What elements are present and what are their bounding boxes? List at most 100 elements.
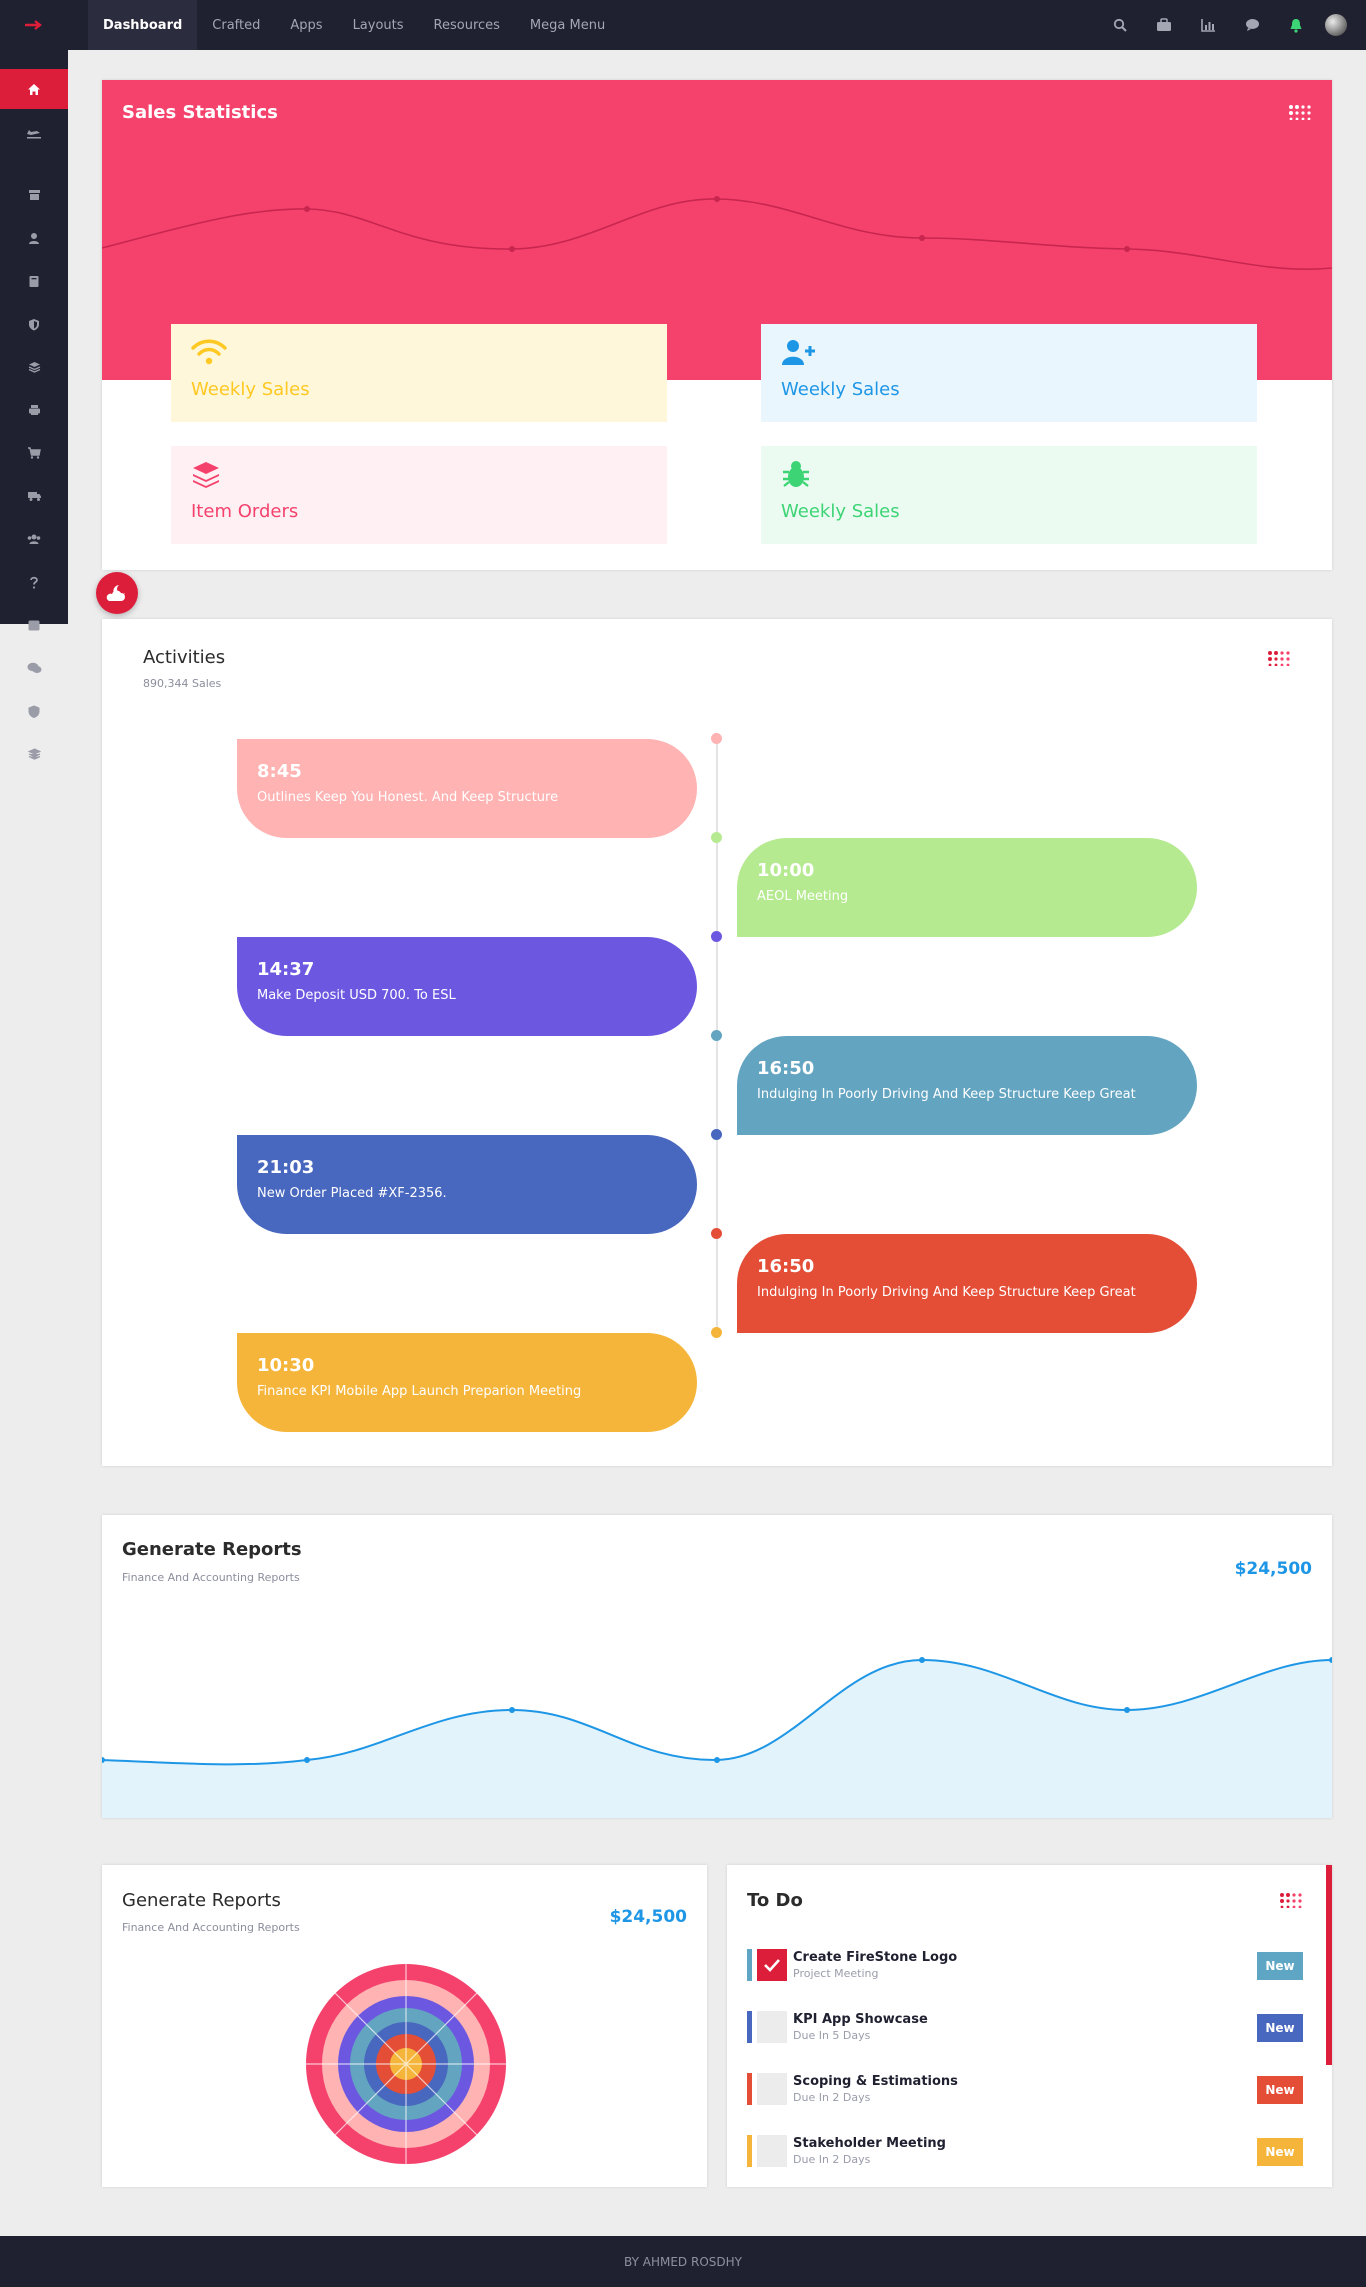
chart-icon[interactable]	[1186, 0, 1230, 50]
sidebar-item-help[interactable]	[0, 562, 68, 602]
nav-icons	[1098, 0, 1354, 50]
sidebar-item-team[interactable]	[0, 519, 68, 559]
user-icon	[29, 232, 39, 244]
todo-checkbox[interactable]	[757, 2135, 787, 2167]
timeline-item[interactable]: 10:30 Finance KPI Mobile App Launch Prep…	[237, 1333, 697, 1432]
stat-label: Weekly Sales	[191, 379, 310, 400]
nav-apps[interactable]: Apps	[275, 0, 337, 50]
timeline-item[interactable]: 10:00 AEOL Meeting	[737, 838, 1197, 937]
sidebar-item-book[interactable]	[0, 261, 68, 301]
arrow-right-icon	[25, 20, 42, 30]
todo-checkbox[interactable]	[757, 1949, 787, 1981]
generate-reports-radial-card: Generate Reports Finance And Accounting …	[102, 1865, 707, 2187]
timeline-dot	[711, 832, 722, 843]
todo-item-title: Scoping & Estimations	[793, 2074, 958, 2089]
timeline-dot	[711, 1327, 722, 1338]
timeline-text: Make Deposit USD 700. To ESL	[257, 988, 456, 1003]
plane-icon	[27, 129, 41, 138]
shield-icon	[28, 704, 40, 718]
todo-color-bar	[747, 2011, 752, 2043]
help-icon	[30, 576, 38, 589]
sales-statistics-card: Sales Statistics Weekly Sales Weekly Sal…	[102, 80, 1332, 570]
user-avatar[interactable]	[1318, 0, 1354, 50]
more-options-icon[interactable]	[1288, 104, 1312, 120]
reports-small-subtitle: Finance And Accounting Reports	[122, 1921, 300, 1934]
nav-mega-menu[interactable]: Mega Menu	[515, 0, 620, 50]
check-icon	[764, 1959, 780, 1972]
sidebar-item-print[interactable]	[0, 390, 68, 430]
timeline-item[interactable]: 21:03 New Order Placed #XF-2356.	[237, 1135, 697, 1234]
status-badge[interactable]: New	[1257, 2138, 1303, 2166]
print-icon	[28, 405, 40, 415]
reports-area-chart	[102, 1657, 1332, 1818]
cloud-moon-icon	[106, 585, 125, 601]
stat-label: Item Orders	[191, 501, 299, 522]
reports-small-amount: $24,500	[609, 1907, 687, 1927]
search-icon[interactable]	[1098, 0, 1142, 50]
todo-title: To Do	[747, 1890, 803, 1911]
stat-box-item-orders[interactable]: Item Orders	[171, 446, 667, 544]
sidebar-item-calendar[interactable]	[0, 605, 68, 645]
todo-item-sub: Project Meeting	[793, 1967, 879, 1980]
sidebar-item-cart[interactable]	[0, 433, 68, 473]
timeline-time: 8:45	[257, 761, 302, 782]
sidebar-item-layers[interactable]	[0, 347, 68, 387]
stat-box-weekly-sales-1[interactable]: Weekly Sales	[171, 324, 667, 422]
status-badge[interactable]: New	[1257, 1952, 1303, 1980]
layers-icon	[193, 462, 219, 488]
sidebar-item-security[interactable]	[0, 304, 68, 344]
stat-box-weekly-sales-2[interactable]: Weekly Sales	[761, 324, 1257, 422]
footer-text: BY AHMED ROSDHY	[624, 2254, 742, 2269]
user-plus-icon	[782, 340, 815, 365]
todo-item: Scoping & Estimations Due In 2 Days New	[747, 2073, 1303, 2123]
nav-dashboard[interactable]: Dashboard	[88, 0, 198, 50]
floating-weather-button[interactable]	[96, 572, 138, 614]
timeline-item[interactable]: 8:45 Outlines Keep You Honest. And Keep …	[237, 739, 697, 838]
timeline-dot	[711, 931, 722, 942]
todo-scroll-indicator[interactable]	[1326, 1865, 1332, 2065]
todo-checkbox[interactable]	[757, 2073, 787, 2105]
calendar-icon	[28, 620, 40, 631]
layers-icon	[27, 748, 41, 760]
sidebar-item-layers-2[interactable]	[0, 734, 68, 774]
stat-box-weekly-sales-3[interactable]: Weekly Sales	[761, 446, 1257, 544]
shield-icon	[29, 318, 39, 330]
sidebar-toggle-button[interactable]	[0, 0, 68, 50]
timeline-text: Outlines Keep You Honest. And Keep Struc…	[257, 790, 559, 805]
timeline-item[interactable]: 16:50 Indulging In Poorly Driving And Ke…	[737, 1036, 1197, 1135]
status-badge[interactable]: New	[1257, 2014, 1303, 2042]
timeline-text: Finance KPI Mobile App Launch Preparion …	[257, 1384, 582, 1399]
sidebar-item-flights[interactable]	[0, 112, 68, 152]
nav-crafted[interactable]: Crafted	[197, 0, 275, 50]
timeline-item[interactable]: 16:50 Indulging In Poorly Driving And Ke…	[737, 1234, 1197, 1333]
chat-icon[interactable]	[1230, 0, 1274, 50]
status-badge[interactable]: New	[1257, 2076, 1303, 2104]
briefcase-icon[interactable]	[1142, 0, 1186, 50]
timeline-time: 16:50	[757, 1058, 815, 1079]
main-nav: Dashboard Crafted Apps Layouts Resources…	[88, 0, 620, 50]
timeline-item[interactable]: 14:37 Make Deposit USD 700. To ESL	[237, 937, 697, 1036]
top-navbar: Dashboard Crafted Apps Layouts Resources…	[0, 0, 1366, 50]
more-options-icon[interactable]	[1279, 1892, 1303, 1908]
comments-icon	[27, 662, 41, 673]
sidebar-item-shipping[interactable]	[0, 476, 68, 516]
timeline-text: AEOL Meeting	[757, 889, 849, 904]
timeline-time: 16:50	[757, 1256, 815, 1277]
todo-color-bar	[747, 1949, 752, 1981]
sidebar-item-home[interactable]	[0, 69, 68, 109]
sidebar-item-security-2[interactable]	[0, 691, 68, 731]
nav-layouts[interactable]: Layouts	[338, 0, 419, 50]
sidebar-item-user[interactable]	[0, 218, 68, 258]
timeline-dot	[711, 1129, 722, 1140]
timeline-time: 14:37	[257, 959, 315, 980]
more-options-icon[interactable]	[1267, 650, 1291, 666]
wifi-icon	[191, 339, 227, 365]
sales-title: Sales Statistics	[122, 102, 278, 123]
nav-resources[interactable]: Resources	[419, 0, 515, 50]
sidebar-item-comments[interactable]	[0, 648, 68, 688]
timeline-dot	[711, 1228, 722, 1239]
todo-checkbox[interactable]	[757, 2011, 787, 2043]
notification-icon[interactable]	[1274, 0, 1318, 50]
sidebar-item-archive[interactable]	[0, 175, 68, 215]
activities-title: Activities	[143, 647, 226, 668]
